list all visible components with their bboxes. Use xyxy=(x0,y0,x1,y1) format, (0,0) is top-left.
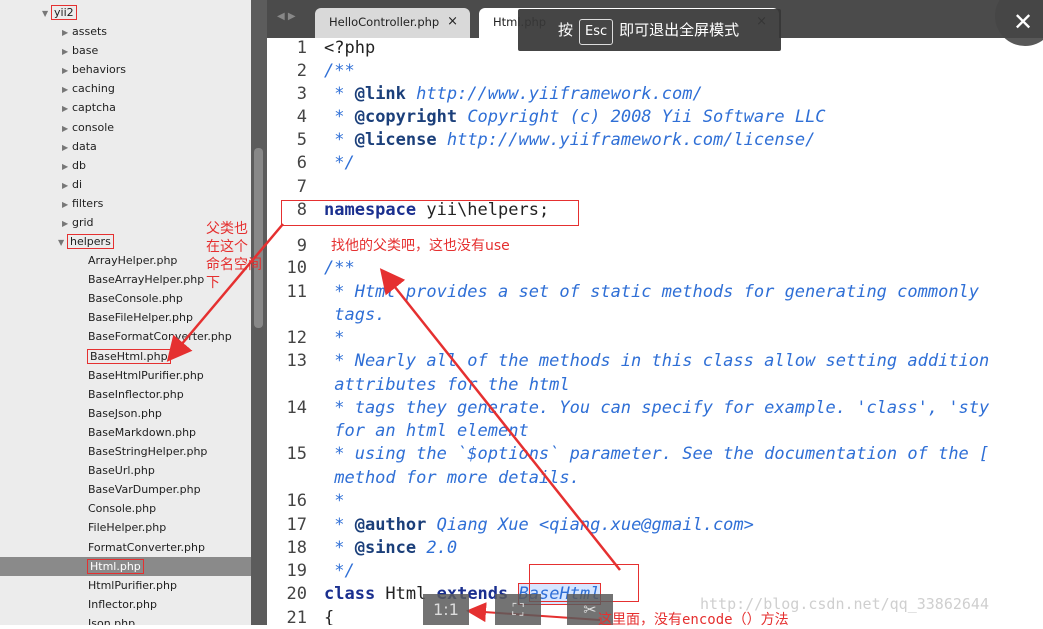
annotation-part: （）方法 xyxy=(732,612,789,628)
fit-screen-icon[interactable]: ⛶ xyxy=(495,594,541,625)
arrow-to-namespace xyxy=(379,268,621,571)
annotation-no-encode: 这里面，没有encode（）方法 xyxy=(598,609,789,629)
annotation-part: 这里面，没有 xyxy=(598,612,682,628)
viewer-bottom-bar: 1:1 ⛶ ✂ xyxy=(423,594,613,625)
actual-size-button[interactable]: 1:1 xyxy=(423,594,469,625)
annotation-part: encode xyxy=(682,612,733,628)
arrow-to-basehtml-file xyxy=(166,223,284,362)
annotation-arrows xyxy=(166,223,621,623)
